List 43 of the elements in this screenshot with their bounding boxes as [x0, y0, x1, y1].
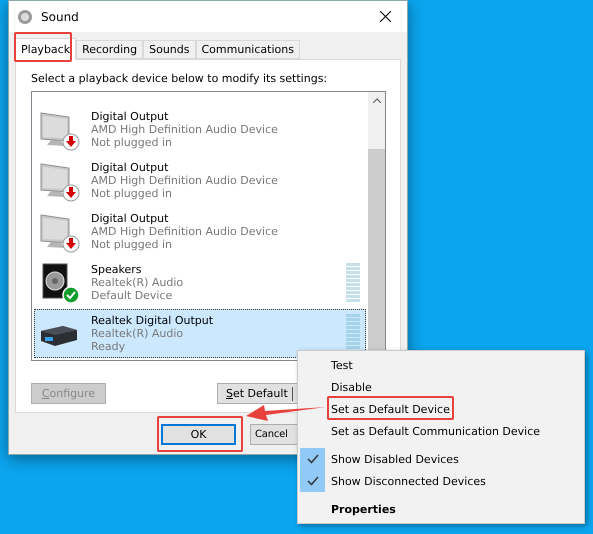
tab[interactable]: Playback	[15, 38, 76, 60]
tab[interactable]: Recording	[76, 40, 144, 59]
device-driver: AMD High Definition Audio Device	[91, 225, 279, 238]
device-row[interactable]: Digital Output AMD High Definition Audio Device Not plugged in	[34, 156, 366, 205]
ok-button[interactable]: OK	[161, 424, 236, 445]
device-row[interactable]: Digital Output AMD High Definition Audio Device Not plugged in	[34, 105, 366, 154]
instruction-text: Select a playback device below to modify its settings:	[31, 72, 328, 85]
device-driver: AMD High Definition Audio Device	[91, 123, 279, 136]
device-status: Not plugged in	[91, 187, 174, 200]
menu-item[interactable]: Show Disabled Devices	[331, 452, 459, 466]
highlight-frame	[14, 32, 72, 62]
caret-up-icon	[372, 98, 380, 103]
menu-item[interactable]: Set as Default Device	[331, 402, 450, 416]
device-status: Default Device	[91, 289, 174, 302]
monitor-icon	[40, 112, 70, 146]
window-title: Sound	[41, 10, 80, 24]
device-name: Digital Output	[91, 212, 170, 225]
device-driver: Realtek(R) Audio	[91, 276, 184, 289]
tab[interactable]: Sounds	[143, 40, 196, 59]
device-status: Not plugged in	[91, 238, 174, 251]
receiver-icon	[41, 326, 77, 346]
speaker-icon	[42, 263, 68, 298]
device-status: Ready	[91, 340, 126, 353]
device-row[interactable]: Speakers Realtek(R) Audio Default Device	[34, 258, 366, 307]
device-name: Realtek Digital Output	[91, 314, 214, 327]
device-driver: Realtek(R) Audio	[91, 327, 184, 340]
device-name: Digital Output	[91, 161, 170, 174]
device-row[interactable]: Digital Output AMD High Definition Audio Device Not plugged in	[34, 207, 366, 256]
menu-item[interactable]: Properties	[331, 502, 396, 516]
menu-item[interactable]: Test	[331, 358, 353, 372]
close-icon	[380, 11, 390, 22]
device-name: Digital Output	[91, 110, 170, 123]
menu-item[interactable]: Show Disconnected Devices	[331, 474, 486, 488]
device-driver: AMD High Definition Audio Device	[91, 174, 279, 187]
menu-item[interactable]: Disable	[331, 380, 372, 394]
speaker-icon	[17, 8, 33, 24]
monitor-icon	[40, 162, 70, 196]
monitor-icon	[40, 214, 70, 248]
tab[interactable]: Communications	[196, 40, 300, 59]
device-name: Speakers	[91, 263, 142, 276]
menu-item[interactable]: Set as Default Communication Device	[331, 424, 540, 438]
device-row[interactable]: Realtek Digital Output Realtek(R) Audio Ready	[34, 309, 366, 358]
device-status: Not plugged in	[91, 136, 174, 149]
